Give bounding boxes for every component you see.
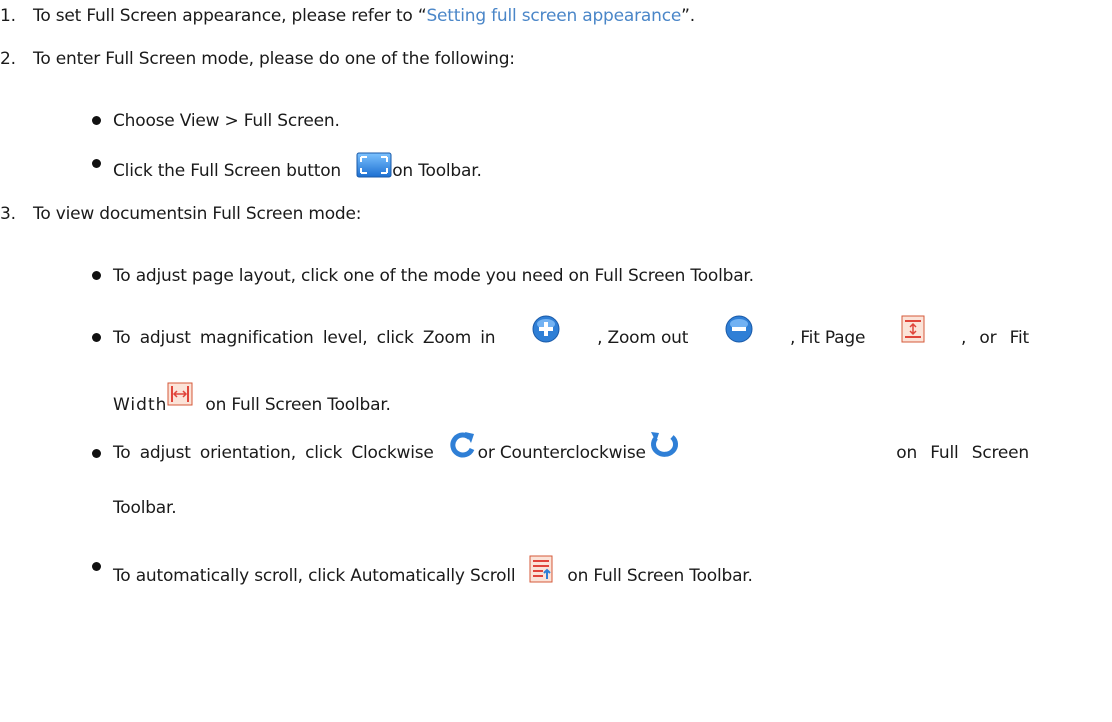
- full-screen-icon[interactable]: [356, 152, 392, 185]
- bullet-text: on Toolbar.: [392, 161, 482, 181]
- bullet-item-magnification: To adjust magnification level, click Zoo…: [113, 315, 1029, 351]
- bullet: [92, 159, 101, 168]
- bullet-item-full-screen-button: Click the Full Screen button on Toolbar.: [113, 152, 482, 185]
- bullet-text: To automatically scroll, click Automatic…: [113, 566, 516, 586]
- rotate-clockwise-icon[interactable]: [448, 430, 478, 465]
- bullet-item-orientation: To adjust orientation, click Clockwise o…: [113, 432, 1029, 465]
- bullet-item-choose-view: Choose View > Full Screen.: [113, 109, 340, 133]
- fit-page-icon[interactable]: [901, 315, 925, 350]
- bullet-text: Choose View > Full Screen.: [113, 111, 340, 131]
- bullet-item-orientation-cont: Toolbar.: [113, 496, 177, 520]
- item-text: To enter Full Screen mode, please do one…: [33, 49, 515, 69]
- bullet-text: To adjust page layout, click one of the …: [113, 266, 754, 286]
- bullet-text: Width: [113, 395, 168, 415]
- bullet: [92, 449, 101, 458]
- bullet: [92, 562, 101, 571]
- list-item-3: 3. To view documentsin Full Screen mode:: [0, 202, 361, 226]
- setting-full-screen-link[interactable]: Setting full screen appearance: [426, 6, 681, 26]
- item-text-end: ”.: [681, 6, 695, 26]
- bullet: [92, 333, 101, 342]
- item-number: 3.: [0, 204, 16, 224]
- bullet-text: on Full Screen Toolbar.: [567, 566, 753, 586]
- bullet: [92, 271, 101, 280]
- bullet-text: , Fit Page: [789, 327, 866, 348]
- fit-width-icon[interactable]: [167, 382, 193, 413]
- bullet-text: To adjust magnification level, click Zoo…: [113, 327, 496, 348]
- bullet-text: on Full Screen Toolbar.: [205, 395, 391, 415]
- bullet: [92, 116, 101, 125]
- automatically-scroll-icon[interactable]: [529, 555, 553, 590]
- bullet-item-page-layout: To adjust page layout, click one of the …: [113, 264, 754, 288]
- bullet-text: , or Fit: [961, 327, 1029, 348]
- item-number: 2.: [0, 49, 16, 69]
- item-text: To set Full Screen appearance, please re…: [33, 6, 427, 26]
- list-item-2: 2. To enter Full Screen mode, please do …: [0, 47, 515, 71]
- bullet-text: on Full Screen: [896, 442, 1029, 463]
- item-number: 1.: [0, 6, 16, 26]
- bullet-text: To adjust orientation, click Clockwise: [113, 442, 434, 463]
- item-text: To view documentsin Full Screen mode:: [33, 204, 362, 224]
- zoom-in-icon[interactable]: [531, 314, 561, 351]
- bullet-text: Toolbar.: [113, 498, 177, 518]
- bullet-item-auto-scroll: To automatically scroll, click Automatic…: [113, 555, 753, 590]
- bullet-text: or Counterclockwise: [477, 442, 646, 463]
- bullet-item-magnification-cont: Width on Full Screen Toolbar.: [113, 382, 391, 417]
- bullet-text: Click the Full Screen button: [113, 161, 342, 181]
- list-item-1: 1. To set Full Screen appearance, please…: [0, 4, 695, 28]
- rotate-counterclockwise-icon[interactable]: [646, 430, 680, 465]
- bullet-text: , Zoom out: [597, 327, 689, 348]
- zoom-out-icon[interactable]: [724, 314, 754, 351]
